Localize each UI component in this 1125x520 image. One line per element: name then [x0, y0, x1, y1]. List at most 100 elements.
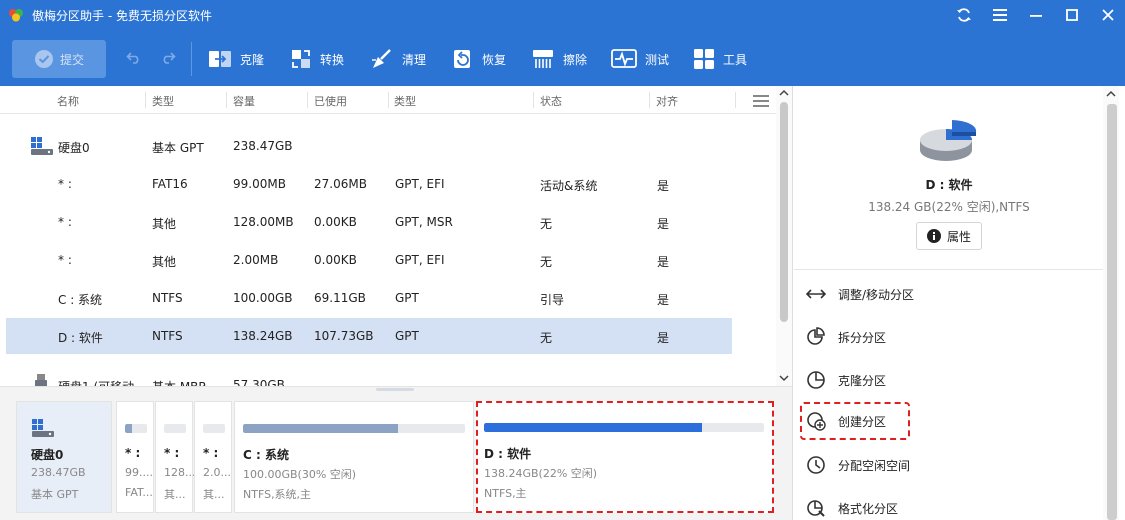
scroll-up-icon[interactable]	[779, 89, 789, 97]
action-label: 创建分区	[838, 414, 887, 429]
partition-pie-icon	[920, 120, 977, 161]
partition-name: * :	[58, 215, 72, 229]
disk0-row[interactable]: 硬盘0 基本 GPT 238.47GB	[6, 128, 732, 164]
partition-usage-bar	[203, 424, 225, 433]
undo-icon[interactable]	[126, 50, 142, 64]
disk1-name: 硬盘1 (可移动	[58, 378, 134, 386]
minimize-button[interactable]	[1022, 4, 1050, 26]
disk-map-disk0[interactable]: 硬盘0 238.47GB 基本 GPT	[16, 401, 112, 513]
table-scroll-thumb[interactable]	[780, 102, 788, 322]
disk-map-partition-msr[interactable]: * : 128... 其...	[155, 401, 194, 513]
disk-map-partition-small[interactable]: * : 2.0... 其...	[194, 401, 232, 513]
toolbar-clone-button[interactable]: 克隆	[208, 45, 264, 73]
partition-label: * :	[125, 446, 141, 460]
column-status[interactable]: 状态	[540, 93, 562, 109]
column-divider	[533, 92, 534, 108]
submit-button[interactable]: 提交	[12, 40, 106, 78]
column-name[interactable]: 名称	[57, 93, 79, 109]
partition-type: GPT, MSR	[395, 215, 453, 229]
convert-icon	[292, 50, 310, 68]
allocate-space-icon	[807, 456, 825, 474]
column-divider	[145, 92, 146, 108]
action-allocate-space[interactable]: 分配空闲空间	[806, 450, 910, 480]
partition-type: GPT	[395, 329, 419, 343]
panel-scroll-thumb[interactable]	[1107, 104, 1117, 520]
disk1-row[interactable]: 硬盘1 (可移动 基本 MBR 57.30GB	[6, 372, 732, 386]
action-create-partition[interactable]: 创建分区	[806, 406, 886, 436]
action-label: 拆分分区	[838, 330, 887, 345]
partition-size: 99....	[125, 466, 153, 479]
properties-button[interactable]: 属性	[916, 222, 982, 250]
column-partition-type[interactable]: 类型	[394, 93, 416, 109]
table-row[interactable]: * : 其他 128.00MB 0.00KB GPT, MSR 无 是	[6, 204, 732, 240]
refresh-button[interactable]	[950, 4, 978, 26]
selected-partition-title: D : 软件	[925, 178, 973, 192]
disk0-capacity: 238.47GB	[233, 139, 293, 153]
partition-align: 是	[657, 331, 670, 345]
action-format[interactable]: 格式化分区	[806, 493, 898, 520]
partition-fs: 其...	[203, 488, 225, 501]
toolbar-convert-label: 转换	[320, 52, 345, 67]
partition-align: 是	[657, 179, 670, 193]
disk-map-disk-size: 238.47GB	[31, 466, 86, 479]
toolbar: 提交 克隆 转换 清理 恢复 擦除 测试 工具	[0, 36, 1125, 82]
toolbar-wipe-button[interactable]: 擦除	[531, 45, 587, 73]
toolbar-tools-button[interactable]: 工具	[693, 45, 747, 73]
disk0-type: 基本 GPT	[152, 141, 204, 155]
close-button[interactable]	[1094, 4, 1122, 26]
column-divider	[307, 92, 308, 108]
toolbar-recover-button[interactable]: 恢复	[452, 45, 506, 73]
toolbar-clean-button[interactable]: 清理	[370, 45, 426, 73]
hard-disk-icon	[32, 419, 54, 437]
table-row[interactable]: * : FAT16 99.00MB 27.06MB GPT, EFI 活动&系统…	[6, 166, 732, 202]
partition-usage-bar	[125, 424, 147, 433]
splitter-handle[interactable]	[376, 388, 414, 391]
disk1-type: 基本 MBR	[152, 378, 207, 386]
partition-usage-bar	[484, 423, 764, 432]
column-used[interactable]: 已使用	[314, 93, 347, 109]
table-row[interactable]: * : 其他 2.00MB 0.00KB GPT, EFI 无 是	[6, 242, 732, 278]
table-row-selected[interactable]: D : 软件 NTFS 138.24GB 107.73GB GPT 无 是	[6, 318, 732, 354]
action-clone-partition[interactable]: 克隆分区	[806, 365, 886, 395]
maximize-button[interactable]	[1058, 4, 1086, 26]
disk1-capacity: 57.30GB	[233, 378, 285, 386]
column-fs-type[interactable]: 类型	[152, 93, 174, 109]
redo-icon[interactable]	[160, 50, 176, 64]
scroll-up-icon[interactable]	[1106, 90, 1116, 98]
action-resize-move[interactable]: 调整/移动分区	[806, 279, 914, 309]
maximize-icon	[1066, 9, 1078, 21]
panel-scrollbar[interactable]	[1103, 86, 1119, 520]
action-split[interactable]: 拆分分区	[806, 322, 886, 352]
partition-usage-bar	[243, 424, 465, 433]
toolbar-clean-label: 清理	[402, 52, 427, 67]
disk-map-partition-d-selected[interactable]: D : 软件 138.24GB(22% 空闲) NTFS,主	[476, 401, 774, 513]
partition-usage-bar	[164, 424, 186, 433]
table-scrollbar[interactable]	[776, 86, 792, 386]
column-align[interactable]: 对齐	[656, 93, 678, 109]
partition-align: 是	[657, 217, 670, 231]
hard-disk-icon	[31, 137, 53, 155]
toolbar-test-button[interactable]: 测试	[611, 45, 669, 73]
partition-name: D : 软件	[58, 331, 103, 345]
partition-capacity: 99.00MB	[233, 177, 286, 191]
partition-label: * :	[203, 446, 219, 460]
close-icon	[1102, 9, 1114, 21]
action-label: 分配空闲空间	[838, 458, 911, 473]
partition-fs: NTFS	[152, 329, 183, 343]
scroll-down-icon[interactable]	[779, 374, 789, 382]
column-capacity[interactable]: 容量	[233, 93, 255, 109]
table-row[interactable]: C : 系统 NTFS 100.00GB 69.11GB GPT 引导 是	[6, 280, 732, 316]
toolbar-tools-label: 工具	[723, 52, 748, 67]
format-icon	[807, 500, 825, 517]
submit-label: 提交	[59, 52, 84, 67]
window-title: 傲梅分区助手 - 免费无损分区软件	[32, 9, 212, 23]
disk-map-partition-efi[interactable]: * : 99.... FAT...	[116, 401, 154, 513]
partition-align: 是	[657, 255, 670, 269]
partition-name: C : 系统	[58, 293, 103, 307]
disk-map-partition-c[interactable]: C : 系统 100.00GB(30% 空闲) NTFS,系统,主	[234, 401, 474, 513]
column-options-icon[interactable]	[753, 95, 769, 107]
partition-fs: FAT16	[152, 177, 188, 191]
menu-button[interactable]	[986, 4, 1014, 26]
toolbar-convert-button[interactable]: 转换	[290, 45, 344, 73]
app-logo-icon	[9, 9, 23, 22]
